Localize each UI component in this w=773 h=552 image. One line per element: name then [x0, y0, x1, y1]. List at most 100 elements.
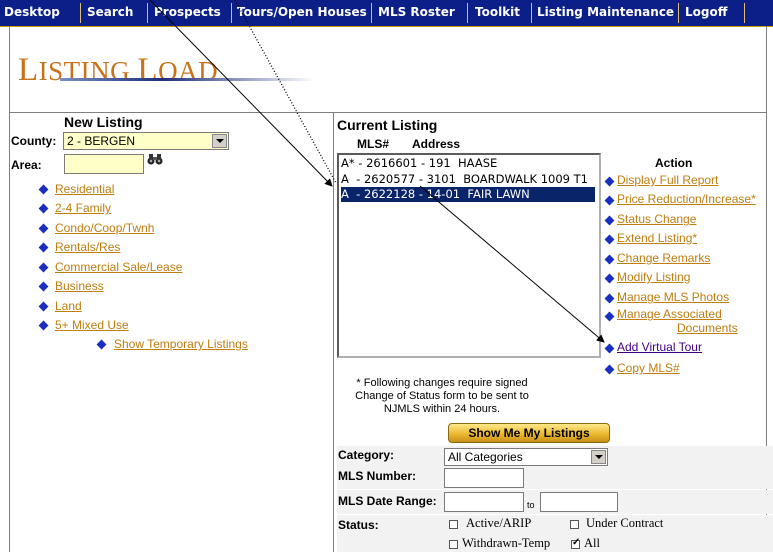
action-extend-listing[interactable]: Extend Listing*: [617, 231, 697, 245]
bullet-diamond-icon: [604, 343, 615, 354]
chevron-down-icon[interactable]: [591, 450, 606, 464]
column-header-mls: MLS#: [357, 137, 390, 151]
chevron-down-icon[interactable]: [212, 134, 227, 148]
status-under-contract-checkbox[interactable]: [570, 520, 579, 529]
bullet-diamond-icon: [604, 234, 615, 245]
nav-mls-roster[interactable]: MLS Roster: [378, 5, 455, 19]
nav-toolkit[interactable]: Toolkit: [475, 5, 520, 19]
action-price-reduction[interactable]: Price Reduction/Increase*: [617, 192, 756, 206]
bullet-diamond-icon: [38, 184, 49, 195]
bullet-diamond-icon: [38, 242, 49, 253]
action-manage-mls-photos[interactable]: Manage MLS Photos: [617, 290, 729, 304]
status-withdrawn-label: Withdrawn-Temp: [462, 536, 551, 550]
status-all-checkbox[interactable]: [571, 537, 580, 549]
link-condo-coop-twnh[interactable]: Condo/Coop/Twnh: [55, 221, 154, 235]
nav-prospects[interactable]: Prospects: [154, 5, 221, 19]
note-line: * Following changes require signed: [356, 377, 528, 389]
listing-row[interactable]: A* - 2616601 - 191 HAASE: [341, 156, 595, 171]
nav-separator: [744, 3, 745, 23]
note-line: Change of Status form to be sent to: [355, 390, 529, 402]
bullet-diamond-icon: [604, 311, 615, 322]
bullet-diamond-icon: [38, 301, 49, 312]
action-status-change[interactable]: Status Change: [617, 212, 696, 226]
nav-desktop[interactable]: Desktop: [4, 5, 60, 19]
mls-number-input[interactable]: [444, 468, 524, 488]
action-modify-listing[interactable]: Modify Listing: [617, 270, 690, 284]
mls-number-label: MLS Number:: [338, 469, 416, 483]
link-2-4-family[interactable]: 2-4 Family: [55, 201, 111, 215]
bullet-diamond-icon: [604, 293, 615, 304]
column-header-address: Address: [412, 137, 461, 151]
area-input[interactable]: [64, 154, 144, 174]
action-display-full-report[interactable]: Display Full Report: [617, 173, 718, 187]
action-change-remarks[interactable]: Change Remarks: [617, 251, 710, 265]
action-manage-associated-documents[interactable]: Manage Associated: [617, 307, 722, 321]
nav-separator: [467, 3, 468, 23]
bullet-diamond-icon: [38, 262, 49, 273]
new-listing-heading: New Listing: [64, 114, 143, 130]
bullet-diamond-icon: [604, 195, 615, 206]
bullet-diamond-icon: [604, 273, 615, 284]
link-residential[interactable]: Residential: [55, 182, 114, 196]
link-business[interactable]: Business: [55, 279, 104, 293]
date-range-to-input[interactable]: [540, 492, 618, 512]
status-withdrawn-checkbox[interactable]: [449, 540, 458, 549]
nav-separator: [147, 3, 148, 23]
bullet-diamond-icon: [604, 254, 615, 265]
note-line: NJMLS within 24 hours.: [383, 403, 501, 415]
bullet-diamond-icon: [604, 215, 615, 226]
listing-row[interactable]: A - 2620577 - 3101 BOARDWALK 1009 T1: [341, 172, 595, 187]
bullet-diamond-icon: [38, 203, 49, 214]
link-commercial-sale-lease[interactable]: Commercial Sale/Lease: [55, 260, 182, 274]
status-row: [337, 515, 773, 552]
listing-row-selected[interactable]: A - 2622128 - 14-01 FAIR LAWN: [341, 187, 595, 202]
status-active-checkbox[interactable]: [449, 520, 458, 529]
link-rentals-res[interactable]: Rentals/Res: [55, 240, 120, 254]
nav-logoff[interactable]: Logoff: [685, 5, 727, 19]
dotted-arrow: [234, 0, 337, 184]
bullet-diamond-icon: [604, 176, 615, 187]
page-title: LISTING LOAD: [18, 52, 219, 88]
status-change-note: * Following changes require signed Chang…: [337, 377, 547, 416]
bullet-diamond-icon: [604, 364, 615, 375]
nav-separator: [531, 3, 532, 23]
action-copy-mls[interactable]: Copy MLS#: [617, 361, 680, 375]
nav-separator: [371, 3, 372, 23]
county-select-value: 2 - BERGEN: [67, 134, 136, 148]
show-me-my-listings-button[interactable]: Show Me My Listings: [448, 423, 610, 443]
bullet-diamond-icon: [38, 320, 49, 331]
nav-separator: [80, 3, 81, 23]
current-listing-listbox[interactable]: A* - 2616601 - 191 HAASE A - 2620577 - 3…: [337, 153, 601, 358]
panel-divider: [333, 113, 334, 552]
link-land[interactable]: Land: [55, 299, 82, 313]
link-5-mixed-use[interactable]: 5+ Mixed Use: [55, 318, 129, 332]
top-nav-bar: Desktop Search Prospects Tours/Open Hous…: [0, 0, 773, 27]
frame-left-border: [9, 26, 10, 552]
status-under-contract-label: Under Contract: [586, 516, 664, 530]
binoculars-icon[interactable]: [147, 152, 163, 169]
status-active-label: Active/ARIP: [466, 516, 532, 530]
nav-tours-open-houses[interactable]: Tours/Open Houses: [237, 5, 367, 19]
nav-listing-maintenance[interactable]: Listing Maintenance: [537, 5, 674, 19]
title-underline: [60, 78, 315, 81]
action-add-virtual-tour[interactable]: Add Virtual Tour: [617, 340, 702, 354]
date-range-to-label: to: [527, 500, 535, 510]
category-select[interactable]: All Categories: [444, 448, 608, 466]
category-label: Category:: [338, 448, 395, 462]
link-show-temporary-listings[interactable]: Show Temporary Listings: [114, 337, 248, 351]
nav-search[interactable]: Search: [87, 5, 133, 19]
frame-top-divider: [9, 112, 767, 113]
action-manage-associated-documents-line2[interactable]: Documents: [677, 321, 738, 335]
bullet-diamond-icon: [38, 223, 49, 234]
bullet-diamond-icon: [96, 339, 107, 350]
action-heading: Action: [655, 156, 693, 170]
nav-separator: [231, 3, 232, 23]
category-select-value: All Categories: [448, 450, 523, 464]
date-range-from-input[interactable]: [444, 492, 524, 512]
nav-separator: [678, 3, 679, 23]
arrow-to-listing: [149, 0, 333, 187]
status-all-label: All: [584, 536, 600, 550]
county-select[interactable]: 2 - BERGEN: [63, 132, 229, 150]
current-listing-heading: Current Listing: [337, 117, 438, 133]
bullet-diamond-icon: [38, 281, 49, 292]
